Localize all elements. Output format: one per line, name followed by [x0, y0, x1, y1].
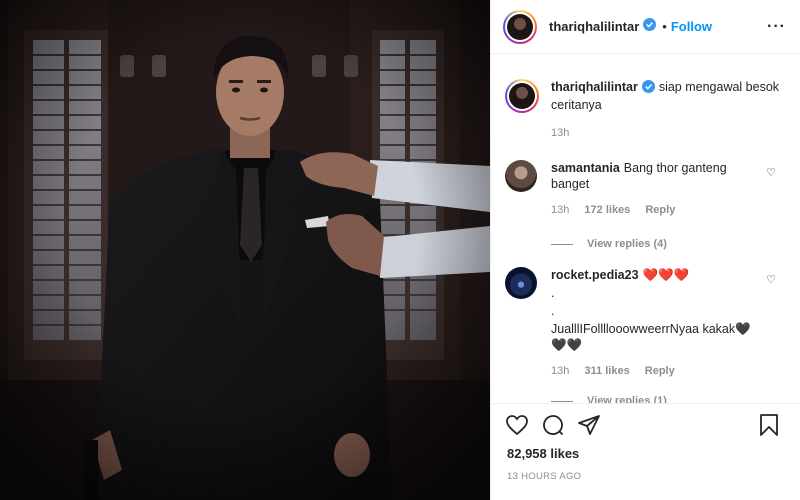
action-icons: [505, 412, 786, 442]
view-replies-button[interactable]: View replies (4): [551, 236, 760, 252]
avatar: [509, 83, 535, 109]
caption-body: thariqhalilintar siap mengawal besok ceri…: [551, 79, 786, 141]
share-icon[interactable]: [577, 413, 601, 442]
comment-likes[interactable]: 311 likes: [584, 365, 629, 377]
view-replies-line: [551, 243, 573, 245]
verified-badge-icon: [643, 17, 657, 36]
view-replies-button[interactable]: View replies (1): [551, 393, 760, 403]
comment-icon[interactable]: [541, 413, 565, 442]
comment-avatar[interactable]: [505, 267, 537, 299]
post-photo[interactable]: [0, 0, 490, 500]
comment-avatar[interactable]: [505, 160, 537, 192]
comments-list[interactable]: thariqhalilintar siap mengawal besok ceri…: [491, 55, 800, 403]
view-replies-label: View replies (4): [587, 238, 667, 250]
comment-like-heart-icon[interactable]: ♡: [766, 166, 776, 179]
comment-time: 13h: [551, 365, 570, 377]
caption-meta: 13h: [551, 125, 786, 141]
likes-count[interactable]: 82,958 likes: [507, 446, 786, 461]
comment-body: samantania Bang thor ganteng banget 13h 1…: [551, 160, 786, 252]
comment-meta: 13h 172 likes Reply: [551, 202, 760, 218]
view-replies-line: [551, 400, 573, 402]
comment-like-heart-icon[interactable]: ♡: [766, 273, 776, 286]
comment-line-1: rocket.pedia23 ❤️❤️❤️: [551, 267, 760, 283]
post-actions: 82,958 likes 13 HOURS AGO: [491, 403, 800, 500]
more-options-icon[interactable]: ···: [767, 18, 786, 36]
comment-meta: 13h 311 likes Reply: [551, 363, 760, 379]
caption-time: 13h: [551, 127, 570, 139]
caption-avatar[interactable]: [505, 79, 539, 113]
comment-username[interactable]: samantania: [551, 161, 620, 175]
avatar-story-ring[interactable]: [503, 9, 537, 44]
header-username[interactable]: thariqhalilintar: [549, 19, 639, 34]
reply-button[interactable]: Reply: [645, 365, 675, 377]
photo-illustration: [0, 0, 490, 500]
heart-icon[interactable]: [505, 413, 529, 442]
caption-row: thariqhalilintar siap mengawal besok ceri…: [491, 79, 800, 141]
avatar-inner: [505, 11, 535, 42]
post-age[interactable]: 13 HOURS AGO: [507, 471, 786, 482]
comment-hearts: ❤️❤️❤️: [642, 268, 690, 282]
comment-time: 13h: [551, 204, 570, 216]
view-replies-label: View replies (1): [587, 395, 667, 403]
comment-line-5: 🖤🖤: [551, 338, 583, 352]
comment-item: rocket.pedia23 ❤️❤️❤️ . . JualllIFolllloo…: [491, 267, 800, 403]
caption-username[interactable]: thariqhalilintar: [551, 80, 638, 94]
follow-button[interactable]: Follow: [671, 19, 712, 34]
comment-line-3: .: [551, 304, 555, 318]
avatar: [507, 13, 533, 40]
comment-username[interactable]: rocket.pedia23: [551, 268, 639, 282]
comment-line-4: JualllIFollllooowweerrNyaa kakak🖤: [551, 322, 751, 336]
instagram-post-view: thariqhalilintar • Follow ··· thariqhali…: [0, 0, 800, 500]
verified-badge-icon: [641, 80, 655, 97]
post-header: thariqhalilintar • Follow ···: [491, 0, 800, 54]
comment-body: rocket.pedia23 ❤️❤️❤️ . . JualllIFolllloo…: [551, 267, 786, 403]
post-side-panel: thariqhalilintar • Follow ··· thariqhali…: [490, 0, 800, 500]
comment-line-2: .: [551, 286, 555, 300]
bookmark-icon[interactable]: [758, 413, 780, 442]
reply-button[interactable]: Reply: [645, 204, 675, 216]
comment-item: samantania Bang thor ganteng banget 13h 1…: [491, 160, 800, 252]
separator-dot: •: [662, 19, 667, 34]
comment-likes[interactable]: 172 likes: [584, 204, 630, 216]
caption-avatar-inner: [507, 81, 537, 111]
